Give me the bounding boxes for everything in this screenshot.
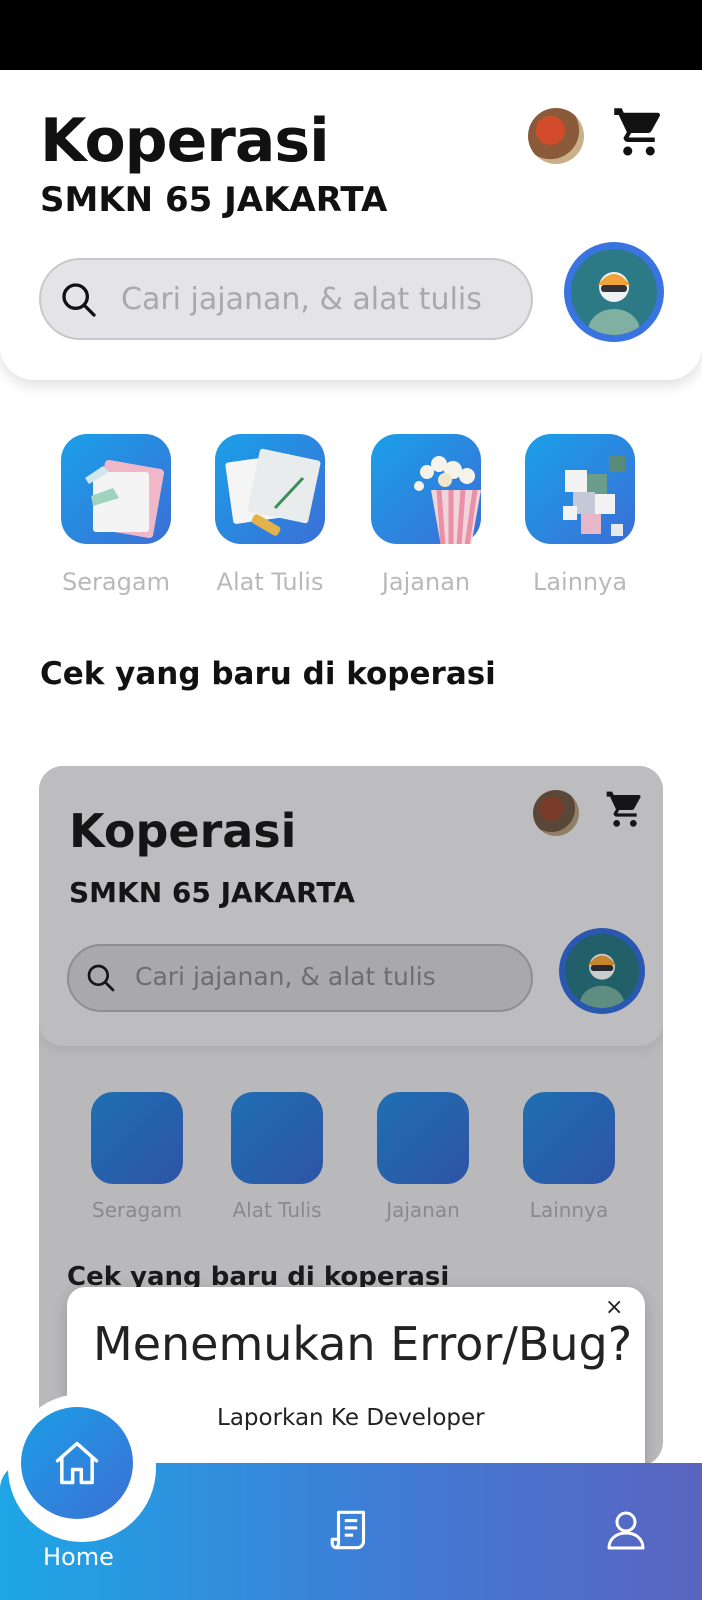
preview-category: Alat Tulis [207, 1092, 347, 1222]
preview-profile-avatar [559, 928, 645, 1014]
preview-avatar-small [533, 790, 579, 836]
uniform-icon [91, 1092, 183, 1184]
category-label: Seragam [62, 568, 170, 596]
preview-search-text: Cari jajanan, & alat tulis [135, 962, 436, 991]
popcorn-icon [377, 1092, 469, 1184]
search-icon [87, 964, 115, 992]
preview-category: Jajanan [353, 1092, 493, 1222]
section-title: Cek yang baru di koperasi [40, 656, 496, 692]
stationery-icon [215, 434, 325, 544]
page-subtitle: SMKN 65 JAKARTA [40, 180, 388, 220]
bug-card-subtitle[interactable]: Laporkan Ke Developer [217, 1405, 485, 1431]
preview-title: Koperasi [69, 804, 297, 858]
home-label[interactable]: Home [43, 1543, 114, 1571]
category-lainnya[interactable]: Lainnya [500, 434, 660, 596]
page-title: Koperasi [40, 106, 330, 176]
person-icon [588, 272, 640, 335]
preview-category: Lainnya [499, 1092, 639, 1222]
search-bar[interactable] [39, 258, 533, 340]
search-input[interactable] [121, 272, 516, 326]
preview-header: Koperasi SMKN 65 JAKARTA Cari jajanan, &… [39, 766, 663, 1046]
category-alat-tulis[interactable]: Alat Tulis [190, 434, 350, 596]
blocks-icon [525, 434, 635, 544]
status-bar [0, 0, 702, 70]
preview-category: Seragam [67, 1092, 207, 1222]
preview-category-label: Seragam [92, 1198, 182, 1222]
user-avatar-small[interactable] [528, 108, 584, 164]
person-icon [579, 953, 625, 1008]
preview-subtitle: SMKN 65 JAKARTA [69, 876, 355, 909]
category-seragam[interactable]: Seragam [36, 434, 196, 596]
search-icon [62, 283, 96, 317]
category-label: Alat Tulis [216, 568, 324, 596]
receipt-icon[interactable] [326, 1506, 376, 1556]
preview-category-label: Lainnya [529, 1198, 609, 1222]
stationery-icon [231, 1092, 323, 1184]
cart-icon[interactable] [612, 106, 666, 160]
user-icon[interactable] [602, 1506, 650, 1554]
home-button[interactable] [21, 1407, 133, 1519]
bug-card-title: Menemukan Error/Bug? [93, 1317, 633, 1371]
cart-icon [606, 791, 641, 827]
preview-category-label: Alat Tulis [232, 1198, 322, 1222]
preview-category-row: Seragam Alat Tulis Jajanan Lainnya [39, 1092, 663, 1232]
profile-avatar[interactable] [564, 242, 664, 342]
category-label: Jajanan [381, 568, 471, 596]
home-icon [55, 1441, 99, 1485]
category-label: Lainnya [532, 568, 628, 596]
preview-category-label: Jajanan [386, 1198, 460, 1222]
app-header: Koperasi SMKN 65 JAKARTA [0, 70, 702, 380]
blocks-icon [523, 1092, 615, 1184]
popcorn-icon [371, 434, 481, 547]
category-jajanan[interactable]: Jajanan [346, 434, 506, 596]
preview-search-bar: Cari jajanan, & alat tulis [67, 944, 533, 1012]
uniform-icon [61, 434, 171, 544]
category-row: Seragam Alat Tulis Jajanan Lainnya [0, 434, 702, 604]
